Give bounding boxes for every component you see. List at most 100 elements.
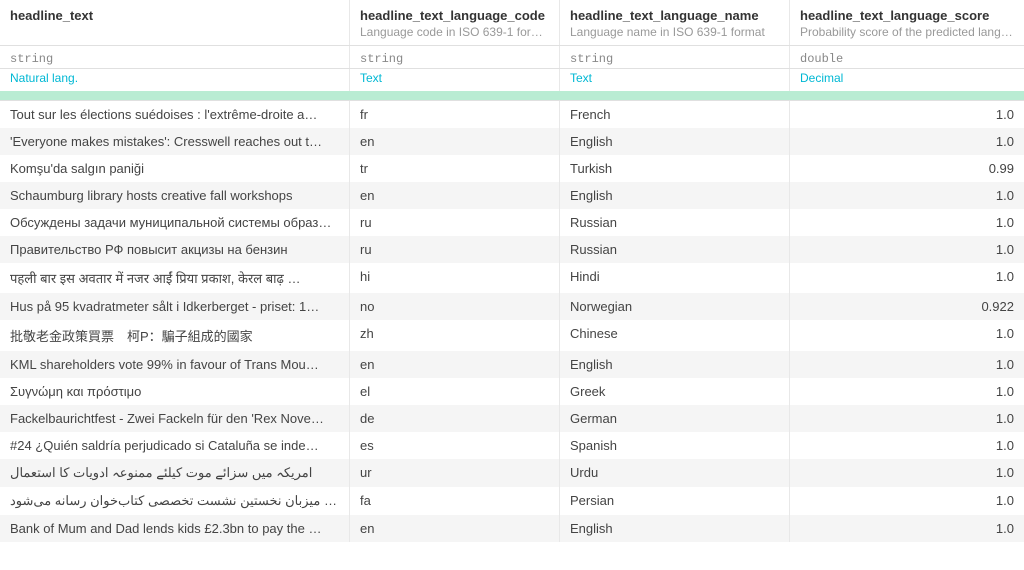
table-row[interactable]: पहली बार इस अवतार में नजर आईं प्रिया प्र… [0, 263, 1024, 293]
table-row[interactable]: Hus på 95 kvadratmeter sålt i Idkerberge… [0, 293, 1024, 320]
cell-headline_text_language_code: ur [350, 459, 560, 487]
cell-headline_text_language_name: French [560, 101, 790, 128]
cell-headline_text_language_code: en [350, 515, 560, 542]
column-semantic[interactable]: Decimal [790, 69, 1024, 91]
cell-headline_text: راز میزبان نخستین نشست تخصصی کتاب‌خوان ر… [0, 487, 350, 515]
cell-headline_text_language_name: Urdu [560, 459, 790, 487]
cell-headline_text_language_code: zh [350, 320, 560, 351]
data-table: headline_text headline_text_language_cod… [0, 0, 1024, 542]
cell-headline_text_language_name: English [560, 515, 790, 542]
cell-headline_text_language_score: 1.0 [790, 405, 1024, 432]
cell-headline_text: Fackelbaurichtfest - Zwei Fackeln für de… [0, 405, 350, 432]
cell-headline_text_language_code: tr [350, 155, 560, 182]
cell-headline_text: KML shareholders vote 99% in favour of T… [0, 351, 350, 378]
table-row[interactable]: امریکہ میں سزائے موت کیلئے ممنوعہ ادویات… [0, 459, 1024, 487]
column-description: Probability score of the predicted langu… [800, 25, 1014, 39]
column-header-headline_text_language_score[interactable]: headline_text_language_score Probability … [790, 0, 1024, 45]
cell-headline_text_language_score: 1.0 [790, 487, 1024, 515]
cell-headline_text_language_code: fa [350, 487, 560, 515]
cell-headline_text: Komşu'da salgın paniği [0, 155, 350, 182]
column-header-headline_text_language_code[interactable]: headline_text_language_code Language code… [350, 0, 560, 45]
column-name: headline_text_language_score [800, 8, 1014, 23]
cell-headline_text_language_name: English [560, 182, 790, 209]
table-row[interactable]: Komşu'da salgın paniğitrTurkish0.99 [0, 155, 1024, 182]
table-row[interactable]: KML shareholders vote 99% in favour of T… [0, 351, 1024, 378]
cell-headline_text_language_score: 1.0 [790, 515, 1024, 542]
table-semantic-row: Natural lang.TextTextDecimal [0, 69, 1024, 91]
cell-headline_text_language_name: German [560, 405, 790, 432]
cell-headline_text_language_score: 1.0 [790, 320, 1024, 351]
cell-headline_text_language_score: 1.0 [790, 236, 1024, 263]
cell-headline_text_language_score: 1.0 [790, 128, 1024, 155]
table-row[interactable]: Συγνώμη και πρόστιμοelGreek1.0 [0, 378, 1024, 405]
cell-headline_text_language_score: 1.0 [790, 182, 1024, 209]
column-name: headline_text [10, 8, 339, 23]
column-header-headline_text[interactable]: headline_text [0, 0, 350, 45]
column-name: headline_text_language_name [570, 8, 779, 23]
cell-headline_text_language_score: 1.0 [790, 263, 1024, 293]
column-type: string [0, 46, 350, 68]
table-row[interactable]: #24 ¿Quién saldría perjudicado si Catalu… [0, 432, 1024, 459]
table-body: Tout sur les élections suédoises : l'ext… [0, 101, 1024, 542]
cell-headline_text: Συγνώμη και πρόστιμο [0, 378, 350, 405]
cell-headline_text: पहली बार इस अवतार में नजर आईं प्रिया प्र… [0, 263, 350, 293]
cell-headline_text_language_name: Greek [560, 378, 790, 405]
table-row[interactable]: Fackelbaurichtfest - Zwei Fackeln für de… [0, 405, 1024, 432]
cell-headline_text: Hus på 95 kvadratmeter sålt i Idkerberge… [0, 293, 350, 320]
column-semantic[interactable]: Text [350, 69, 560, 91]
column-semantic[interactable]: Text [560, 69, 790, 91]
cell-headline_text_language_name: Spanish [560, 432, 790, 459]
cell-headline_text_language_code: en [350, 128, 560, 155]
cell-headline_text_language_score: 0.99 [790, 155, 1024, 182]
cell-headline_text_language_score: 1.0 [790, 101, 1024, 128]
column-name: headline_text_language_code [360, 8, 549, 23]
cell-headline_text_language_code: es [350, 432, 560, 459]
cell-headline_text: Bank of Mum and Dad lends kids £2.3bn to… [0, 515, 350, 542]
cell-headline_text_language_name: Norwegian [560, 293, 790, 320]
table-row[interactable]: راز میزبان نخستین نشست تخصصی کتاب‌خوان ر… [0, 487, 1024, 515]
cell-headline_text_language_code: ru [350, 209, 560, 236]
column-type: string [560, 46, 790, 68]
cell-headline_text_language_name: Chinese [560, 320, 790, 351]
cell-headline_text: 'Everyone makes mistakes': Cresswell rea… [0, 128, 350, 155]
column-header-headline_text_language_name[interactable]: headline_text_language_name Language name… [560, 0, 790, 45]
cell-headline_text_language_name: Persian [560, 487, 790, 515]
cell-headline_text_language_code: ru [350, 236, 560, 263]
cell-headline_text_language_name: English [560, 128, 790, 155]
cell-headline_text_language_name: Hindi [560, 263, 790, 293]
table-row[interactable]: Schaumburg library hosts creative fall w… [0, 182, 1024, 209]
cell-headline_text_language_name: Russian [560, 209, 790, 236]
column-description: Language name in ISO 639-1 format [570, 25, 779, 39]
cell-headline_text_language_code: en [350, 182, 560, 209]
column-description [10, 25, 339, 39]
cell-headline_text: Обсуждены задачи муниципальной системы о… [0, 209, 350, 236]
table-row[interactable]: Tout sur les élections suédoises : l'ext… [0, 101, 1024, 128]
table-header-row: headline_text headline_text_language_cod… [0, 0, 1024, 46]
table-row[interactable]: Bank of Mum and Dad lends kids £2.3bn to… [0, 515, 1024, 542]
cell-headline_text_language_name: Russian [560, 236, 790, 263]
table-row[interactable]: 批敬老金政策買票 柯P：騙子組成的國家zhChinese1.0 [0, 320, 1024, 351]
column-semantic[interactable]: Natural lang. [0, 69, 350, 91]
cell-headline_text_language_name: Turkish [560, 155, 790, 182]
cell-headline_text_language_code: en [350, 351, 560, 378]
cell-headline_text_language_score: 0.922 [790, 293, 1024, 320]
cell-headline_text: Schaumburg library hosts creative fall w… [0, 182, 350, 209]
cell-headline_text_language_score: 1.0 [790, 432, 1024, 459]
table-row[interactable]: Правительство РФ повысит акцизы на бензи… [0, 236, 1024, 263]
cell-headline_text_language_code: fr [350, 101, 560, 128]
column-type: double [790, 46, 1024, 68]
table-row[interactable]: 'Everyone makes mistakes': Cresswell rea… [0, 128, 1024, 155]
separator-bar [0, 91, 1024, 101]
cell-headline_text: Tout sur les élections suédoises : l'ext… [0, 101, 350, 128]
table-type-row: stringstringstringdouble [0, 46, 1024, 69]
cell-headline_text_language_code: no [350, 293, 560, 320]
cell-headline_text: Правительство РФ повысит акцизы на бензи… [0, 236, 350, 263]
cell-headline_text_language_code: el [350, 378, 560, 405]
column-description: Language code in ISO 639-1 format [360, 25, 549, 39]
column-type: string [350, 46, 560, 68]
table-row[interactable]: Обсуждены задачи муниципальной системы о… [0, 209, 1024, 236]
cell-headline_text: امریکہ میں سزائے موت کیلئے ممنوعہ ادویات… [0, 459, 350, 487]
cell-headline_text_language_code: hi [350, 263, 560, 293]
cell-headline_text_language_code: de [350, 405, 560, 432]
cell-headline_text_language_score: 1.0 [790, 351, 1024, 378]
